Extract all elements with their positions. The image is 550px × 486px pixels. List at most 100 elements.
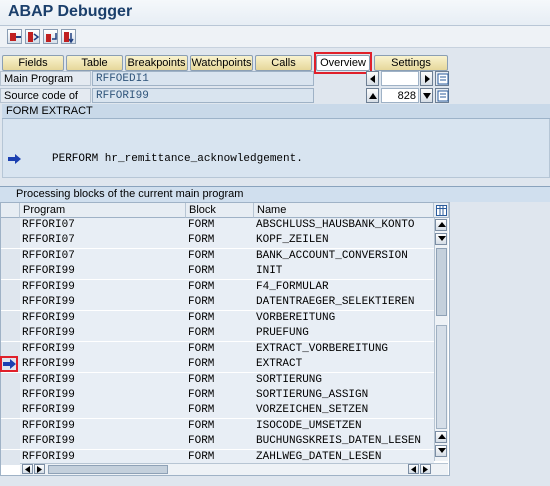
cell-name[interactable]: EXTRACT (254, 357, 434, 372)
table-row[interactable]: RFFORI99 FORM SORTIERUNG (1, 373, 434, 389)
cell-name[interactable]: INIT (254, 264, 434, 279)
row-selector[interactable] (1, 280, 21, 295)
tab-watchpoints[interactable]: Watchpoints (190, 55, 253, 71)
cell-block[interactable]: FORM (186, 264, 254, 279)
row-selector[interactable] (1, 326, 21, 341)
row-selector[interactable] (1, 218, 21, 233)
scroll-up-arrow[interactable] (435, 219, 447, 231)
single-step-button[interactable] (7, 29, 22, 44)
table-row[interactable]: RFFORI99 FORM DATENTRAEGER_SELEKTIEREN (1, 295, 434, 311)
continue-button[interactable] (61, 29, 76, 44)
cell-block[interactable]: FORM (186, 280, 254, 295)
cell-name[interactable]: BANK_ACCOUNT_CONVERSION (254, 249, 434, 264)
table-row[interactable]: RFFORI07 FORM ABSCHLUSS_HAUSBANK_KONTO (1, 218, 434, 234)
table-row[interactable]: RFFORI99 FORM VORZEICHEN_SETZEN (1, 403, 434, 419)
cell-name[interactable]: F4_FORMULAR (254, 280, 434, 295)
cell-block[interactable]: FORM (186, 373, 254, 388)
table-row[interactable]: RFFORI99 FORM F4_FORMULAR (1, 280, 434, 296)
table-row[interactable]: RFFORI99 FORM EXTRACT_VORBEREITUNG (1, 342, 434, 358)
scroll-down-button[interactable] (420, 88, 433, 103)
cell-name[interactable]: PRUEFUNG (254, 326, 434, 341)
vertical-scroll-thumb[interactable] (436, 248, 447, 316)
scroll-down-arrow[interactable] (435, 233, 447, 245)
cell-block[interactable]: FORM (186, 326, 254, 341)
cell-block[interactable]: FORM (186, 233, 254, 248)
table-row[interactable]: RFFORI99 FORM ISOCODE_UMSETZEN (1, 419, 434, 435)
column-settings-button[interactable] (434, 203, 449, 218)
cell-program[interactable]: RFFORI07 (20, 233, 186, 248)
table-row[interactable]: RFFORI99 FORM EXTRACT (1, 357, 434, 373)
select-all-cell[interactable] (1, 203, 20, 218)
cell-program[interactable]: RFFORI07 (20, 218, 186, 233)
tab-table[interactable]: Table (66, 55, 123, 71)
row-selector[interactable] (1, 450, 21, 465)
column-header-program[interactable]: Program (20, 203, 186, 218)
tab-calls[interactable]: Calls (255, 55, 312, 71)
scroll-right-arrow[interactable] (34, 464, 45, 474)
table-row[interactable]: RFFORI99 FORM SORTIERUNG_ASSIGN (1, 388, 434, 404)
cell-name[interactable]: BUCHUNGSKREIS_DATEN_LESEN (254, 434, 434, 449)
table-row[interactable]: RFFORI99 FORM PRUEFUNG (1, 326, 434, 342)
cell-program[interactable]: RFFORI99 (20, 326, 186, 341)
column-header-name[interactable]: Name (254, 203, 434, 218)
line-number-field[interactable]: 828 (381, 88, 419, 103)
scroll-up-arrow-bottom[interactable] (435, 431, 447, 443)
scroll-left-arrow-end[interactable] (408, 464, 419, 474)
cell-program[interactable]: RFFORI99 (20, 295, 186, 310)
return-button[interactable] (43, 29, 58, 44)
row-selector[interactable] (1, 233, 21, 248)
cell-block[interactable]: FORM (186, 295, 254, 310)
cell-name[interactable]: EXTRACT_VORBEREITUNG (254, 342, 434, 357)
cell-program[interactable]: RFFORI99 (20, 342, 186, 357)
tab-settings[interactable]: Settings (374, 55, 448, 71)
execute-button[interactable] (25, 29, 40, 44)
cell-program[interactable]: RFFORI99 (20, 403, 186, 418)
source-select-button[interactable] (435, 88, 449, 103)
row-selector[interactable] (1, 264, 21, 279)
scroll-up-button[interactable] (366, 88, 379, 103)
row-selector[interactable] (1, 419, 21, 434)
cell-block[interactable]: FORM (186, 434, 254, 449)
cell-block[interactable]: FORM (186, 218, 254, 233)
row-selector[interactable] (1, 311, 21, 326)
column-header-block[interactable]: Block (186, 203, 254, 218)
cell-name[interactable]: VORBEREITUNG (254, 311, 434, 326)
cell-program[interactable]: RFFORI99 (20, 373, 186, 388)
row-selector[interactable] (1, 388, 21, 403)
table-row[interactable]: RFFORI07 FORM BANK_ACCOUNT_CONVERSION (1, 249, 434, 265)
cell-block[interactable]: FORM (186, 403, 254, 418)
cell-name[interactable]: VORZEICHEN_SETZEN (254, 403, 434, 418)
tab-breakpoints[interactable]: Breakpoints (125, 55, 188, 71)
cell-name[interactable]: DATENTRAEGER_SELEKTIEREN (254, 295, 434, 310)
cell-program[interactable]: RFFORI99 (20, 311, 186, 326)
vertical-scroll-track[interactable] (436, 325, 447, 429)
row-selector[interactable] (1, 342, 21, 357)
cell-block[interactable]: FORM (186, 388, 254, 403)
program-select-button[interactable] (435, 71, 449, 86)
scroll-down-arrow-bottom[interactable] (435, 445, 447, 457)
horizontal-scroll-thumb[interactable] (48, 465, 168, 474)
cell-name[interactable]: ISOCODE_UMSETZEN (254, 419, 434, 434)
row-selector[interactable] (1, 295, 21, 310)
row-selector[interactable] (1, 434, 21, 449)
cell-block[interactable]: FORM (186, 419, 254, 434)
cell-name[interactable]: SORTIERUNG_ASSIGN (254, 388, 434, 403)
cell-name[interactable]: KOPF_ZEILEN (254, 233, 434, 248)
cell-block[interactable]: FORM (186, 249, 254, 264)
cell-program[interactable]: RFFORI99 (20, 264, 186, 279)
table-row[interactable]: RFFORI99 FORM INIT (1, 264, 434, 280)
cell-program[interactable]: RFFORI99 (20, 357, 186, 372)
cell-program[interactable]: RFFORI99 (20, 388, 186, 403)
cell-program[interactable]: RFFORI99 (20, 434, 186, 449)
position-field[interactable] (381, 71, 419, 86)
scroll-right-button[interactable] (420, 71, 433, 86)
cell-program[interactable]: RFFORI99 (20, 280, 186, 295)
cell-block[interactable]: FORM (186, 342, 254, 357)
cell-name[interactable]: ABSCHLUSS_HAUSBANK_KONTO (254, 218, 434, 233)
cell-block[interactable]: FORM (186, 357, 254, 372)
table-row[interactable]: RFFORI07 FORM KOPF_ZEILEN (1, 233, 434, 249)
source-code-field[interactable]: RFFORI99 (92, 88, 314, 103)
cell-name[interactable]: SORTIERUNG (254, 373, 434, 388)
tab-fields[interactable]: Fields (2, 55, 64, 71)
main-program-field[interactable]: RFFOEDI1 (92, 71, 314, 86)
